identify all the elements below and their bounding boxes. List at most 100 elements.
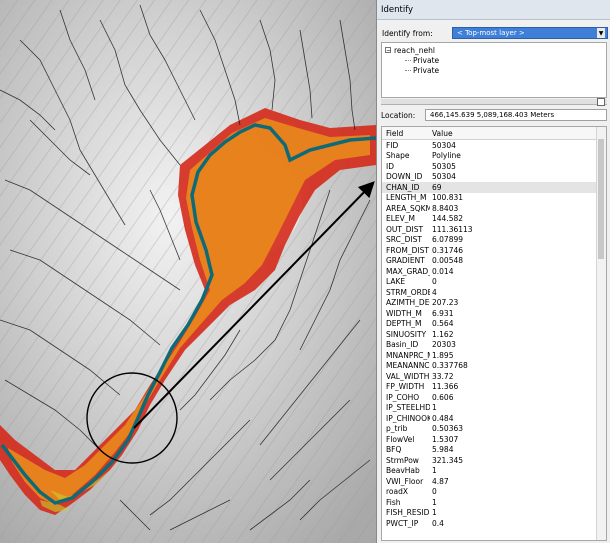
field-value-cell: 0.4 bbox=[432, 518, 444, 528]
field-value-cell: 0.337768 bbox=[432, 361, 468, 371]
table-row[interactable]: BFQ 5.984 bbox=[382, 445, 606, 456]
identify-window[interactable]: Identify Identify from: < Top-most layer… bbox=[376, 0, 610, 543]
tree-item-feature[interactable]: Private bbox=[405, 55, 603, 65]
field-value-cell: 0.00548 bbox=[432, 256, 464, 266]
table-row[interactable]: GRADIENT 0.00548 bbox=[382, 256, 606, 267]
tree-feature-label: Private bbox=[413, 55, 440, 65]
table-row[interactable]: DOWN_ID 50304 bbox=[382, 172, 606, 183]
field-name-cell: IP_STEELHD bbox=[386, 403, 430, 413]
field-name-cell: FID bbox=[386, 140, 399, 150]
field-value-cell: 50304 bbox=[432, 172, 456, 182]
table-row[interactable]: roadX 0 bbox=[382, 487, 606, 498]
table-row[interactable]: FID 50304 bbox=[382, 140, 606, 151]
field-name-cell: SINUOSITY bbox=[386, 329, 427, 339]
field-value-cell: 4.87 bbox=[432, 476, 449, 486]
table-row[interactable]: SINUOSITY 1.162 bbox=[382, 329, 606, 340]
table-row[interactable]: AREA_SQKM 8.8403 bbox=[382, 203, 606, 214]
field-name-cell: MNANPRC_M bbox=[386, 350, 430, 360]
field-name-cell: VAL_WIDTH bbox=[386, 371, 430, 381]
table-row[interactable]: IP_STEELHD 1 bbox=[382, 403, 606, 414]
table-row[interactable]: MAX_GRAD_D0.014 bbox=[382, 266, 606, 277]
field-value-cell: 0 bbox=[432, 277, 437, 287]
table-row[interactable]: DEPTH_M 0.564 bbox=[382, 319, 606, 330]
pin-icon[interactable] bbox=[597, 98, 605, 106]
table-row[interactable]: OUT_DIST 111.36113 bbox=[382, 224, 606, 235]
field-value-cell: 69 bbox=[432, 182, 442, 192]
table-row[interactable]: ELEV_M 144.582 bbox=[382, 214, 606, 225]
table-row[interactable]: IP_COHO 0.606 bbox=[382, 392, 606, 403]
field-name-cell: VWI_Floor bbox=[386, 476, 424, 486]
field-column-header[interactable]: Field bbox=[382, 129, 430, 138]
field-value-cell: 321.345 bbox=[432, 455, 464, 465]
field-name-cell: CHAN_ID bbox=[386, 182, 420, 192]
table-row[interactable]: PWCT_IP 0.4 bbox=[382, 518, 606, 529]
tree-layer-label: reach_nehl bbox=[394, 45, 435, 55]
results-tree[interactable]: − reach_nehl Private Private bbox=[381, 42, 607, 98]
field-name-cell: FP_WIDTH bbox=[386, 382, 425, 392]
field-name-cell: FISH_RESID bbox=[386, 508, 430, 518]
table-row[interactable]: FROM_DIST 0.31746 bbox=[382, 245, 606, 256]
field-value-cell: 0.31746 bbox=[432, 245, 464, 255]
field-name-cell: p_trib bbox=[386, 424, 408, 434]
field-value-cell: 111.36113 bbox=[432, 224, 473, 234]
field-value-cell: 0.014 bbox=[432, 266, 454, 276]
table-row[interactable]: IP_CHINOOK 0.484 bbox=[382, 413, 606, 424]
field-name-cell: STRM_ORDER bbox=[386, 287, 430, 297]
location-row: Location: 466,145.639 5,089,168.403 Mete… bbox=[381, 108, 607, 122]
table-row[interactable]: VAL_WIDTH 33.72 bbox=[382, 371, 606, 382]
table-row[interactable]: MEANANNCMS0.337768 bbox=[382, 361, 606, 372]
field-name-cell: FROM_DIST bbox=[386, 245, 429, 255]
field-value-cell: 6.931 bbox=[432, 308, 454, 318]
table-row[interactable]: LENGTH_M 100.831 bbox=[382, 193, 606, 204]
tree-item-layer[interactable]: − reach_nehl bbox=[385, 45, 603, 55]
grid-header: Field Value bbox=[382, 127, 606, 140]
field-name-cell: BFQ bbox=[386, 445, 402, 455]
field-value-cell: 11.366 bbox=[432, 382, 459, 392]
field-value-cell: 100.831 bbox=[432, 193, 464, 203]
map-view[interactable] bbox=[0, 0, 376, 543]
table-row[interactable]: Shape Polyline bbox=[382, 151, 606, 162]
attribute-grid[interactable]: Field Value FID 50304 Shape Polyline ID 50305… bbox=[381, 126, 607, 541]
table-row[interactable]: MNANPRC_M 1.895 bbox=[382, 350, 606, 361]
field-value-cell: 5.984 bbox=[432, 445, 454, 455]
field-value-cell: 50305 bbox=[432, 161, 456, 171]
panel-splitter[interactable] bbox=[381, 98, 607, 106]
table-row[interactable]: Basin_ID 20303 bbox=[382, 340, 606, 351]
field-name-cell: OUT_DIST bbox=[386, 224, 424, 234]
table-row[interactable]: SRC_DIST 6.07899 bbox=[382, 235, 606, 246]
field-value-cell: 1.5307 bbox=[432, 434, 459, 444]
table-row[interactable]: p_trib 0.50363 bbox=[382, 424, 606, 435]
field-value-cell: 1 bbox=[432, 508, 437, 518]
hillshade-map bbox=[0, 0, 376, 543]
table-row[interactable]: LAKE 0 bbox=[382, 277, 606, 288]
identify-from-dropdown[interactable]: < Top-most layer > ▼ bbox=[452, 27, 608, 39]
location-value: 466,145.639 5,089,168.403 Meters bbox=[430, 111, 555, 119]
field-value-cell: 1.162 bbox=[432, 329, 454, 339]
field-name-cell: DEPTH_M bbox=[386, 319, 422, 329]
field-name-cell: IP_COHO bbox=[386, 392, 420, 402]
grid-scrollbar[interactable] bbox=[596, 127, 606, 540]
table-row[interactable]: StrmPow 321.345 bbox=[382, 455, 606, 466]
field-name-cell: roadX bbox=[386, 487, 409, 497]
table-row[interactable]: FP_WIDTH 11.366 bbox=[382, 382, 606, 393]
chevron-down-icon[interactable]: ▼ bbox=[597, 28, 605, 38]
table-row[interactable]: FlowVel 1.5307 bbox=[382, 434, 606, 445]
location-field[interactable]: 466,145.639 5,089,168.403 Meters bbox=[425, 109, 607, 121]
table-row[interactable]: BeavHab 1 bbox=[382, 466, 606, 477]
table-row[interactable]: AZIMTH_DEG207.23 bbox=[382, 298, 606, 309]
field-name-cell: MAX_GRAD_D bbox=[386, 266, 430, 276]
value-column-header[interactable]: Value bbox=[430, 129, 606, 138]
table-row[interactable]: Fish 1 bbox=[382, 497, 606, 508]
tree-item-feature[interactable]: Private bbox=[405, 65, 603, 75]
field-name-cell: GRADIENT bbox=[386, 256, 425, 266]
table-row[interactable]: STRM_ORDER4 bbox=[382, 287, 606, 298]
field-value-cell: 4 bbox=[432, 287, 437, 297]
table-row[interactable]: VWI_Floor 4.87 bbox=[382, 476, 606, 487]
table-row[interactable]: FISH_RESID 1 bbox=[382, 508, 606, 519]
table-row[interactable]: WIDTH_M 6.931 bbox=[382, 308, 606, 319]
window-title-bar[interactable]: Identify bbox=[377, 0, 610, 20]
scrollbar-thumb[interactable] bbox=[598, 139, 604, 259]
collapse-icon[interactable]: − bbox=[385, 47, 391, 54]
table-row[interactable]: CHAN_ID 69 bbox=[382, 182, 606, 193]
table-row[interactable]: ID 50305 bbox=[382, 161, 606, 172]
